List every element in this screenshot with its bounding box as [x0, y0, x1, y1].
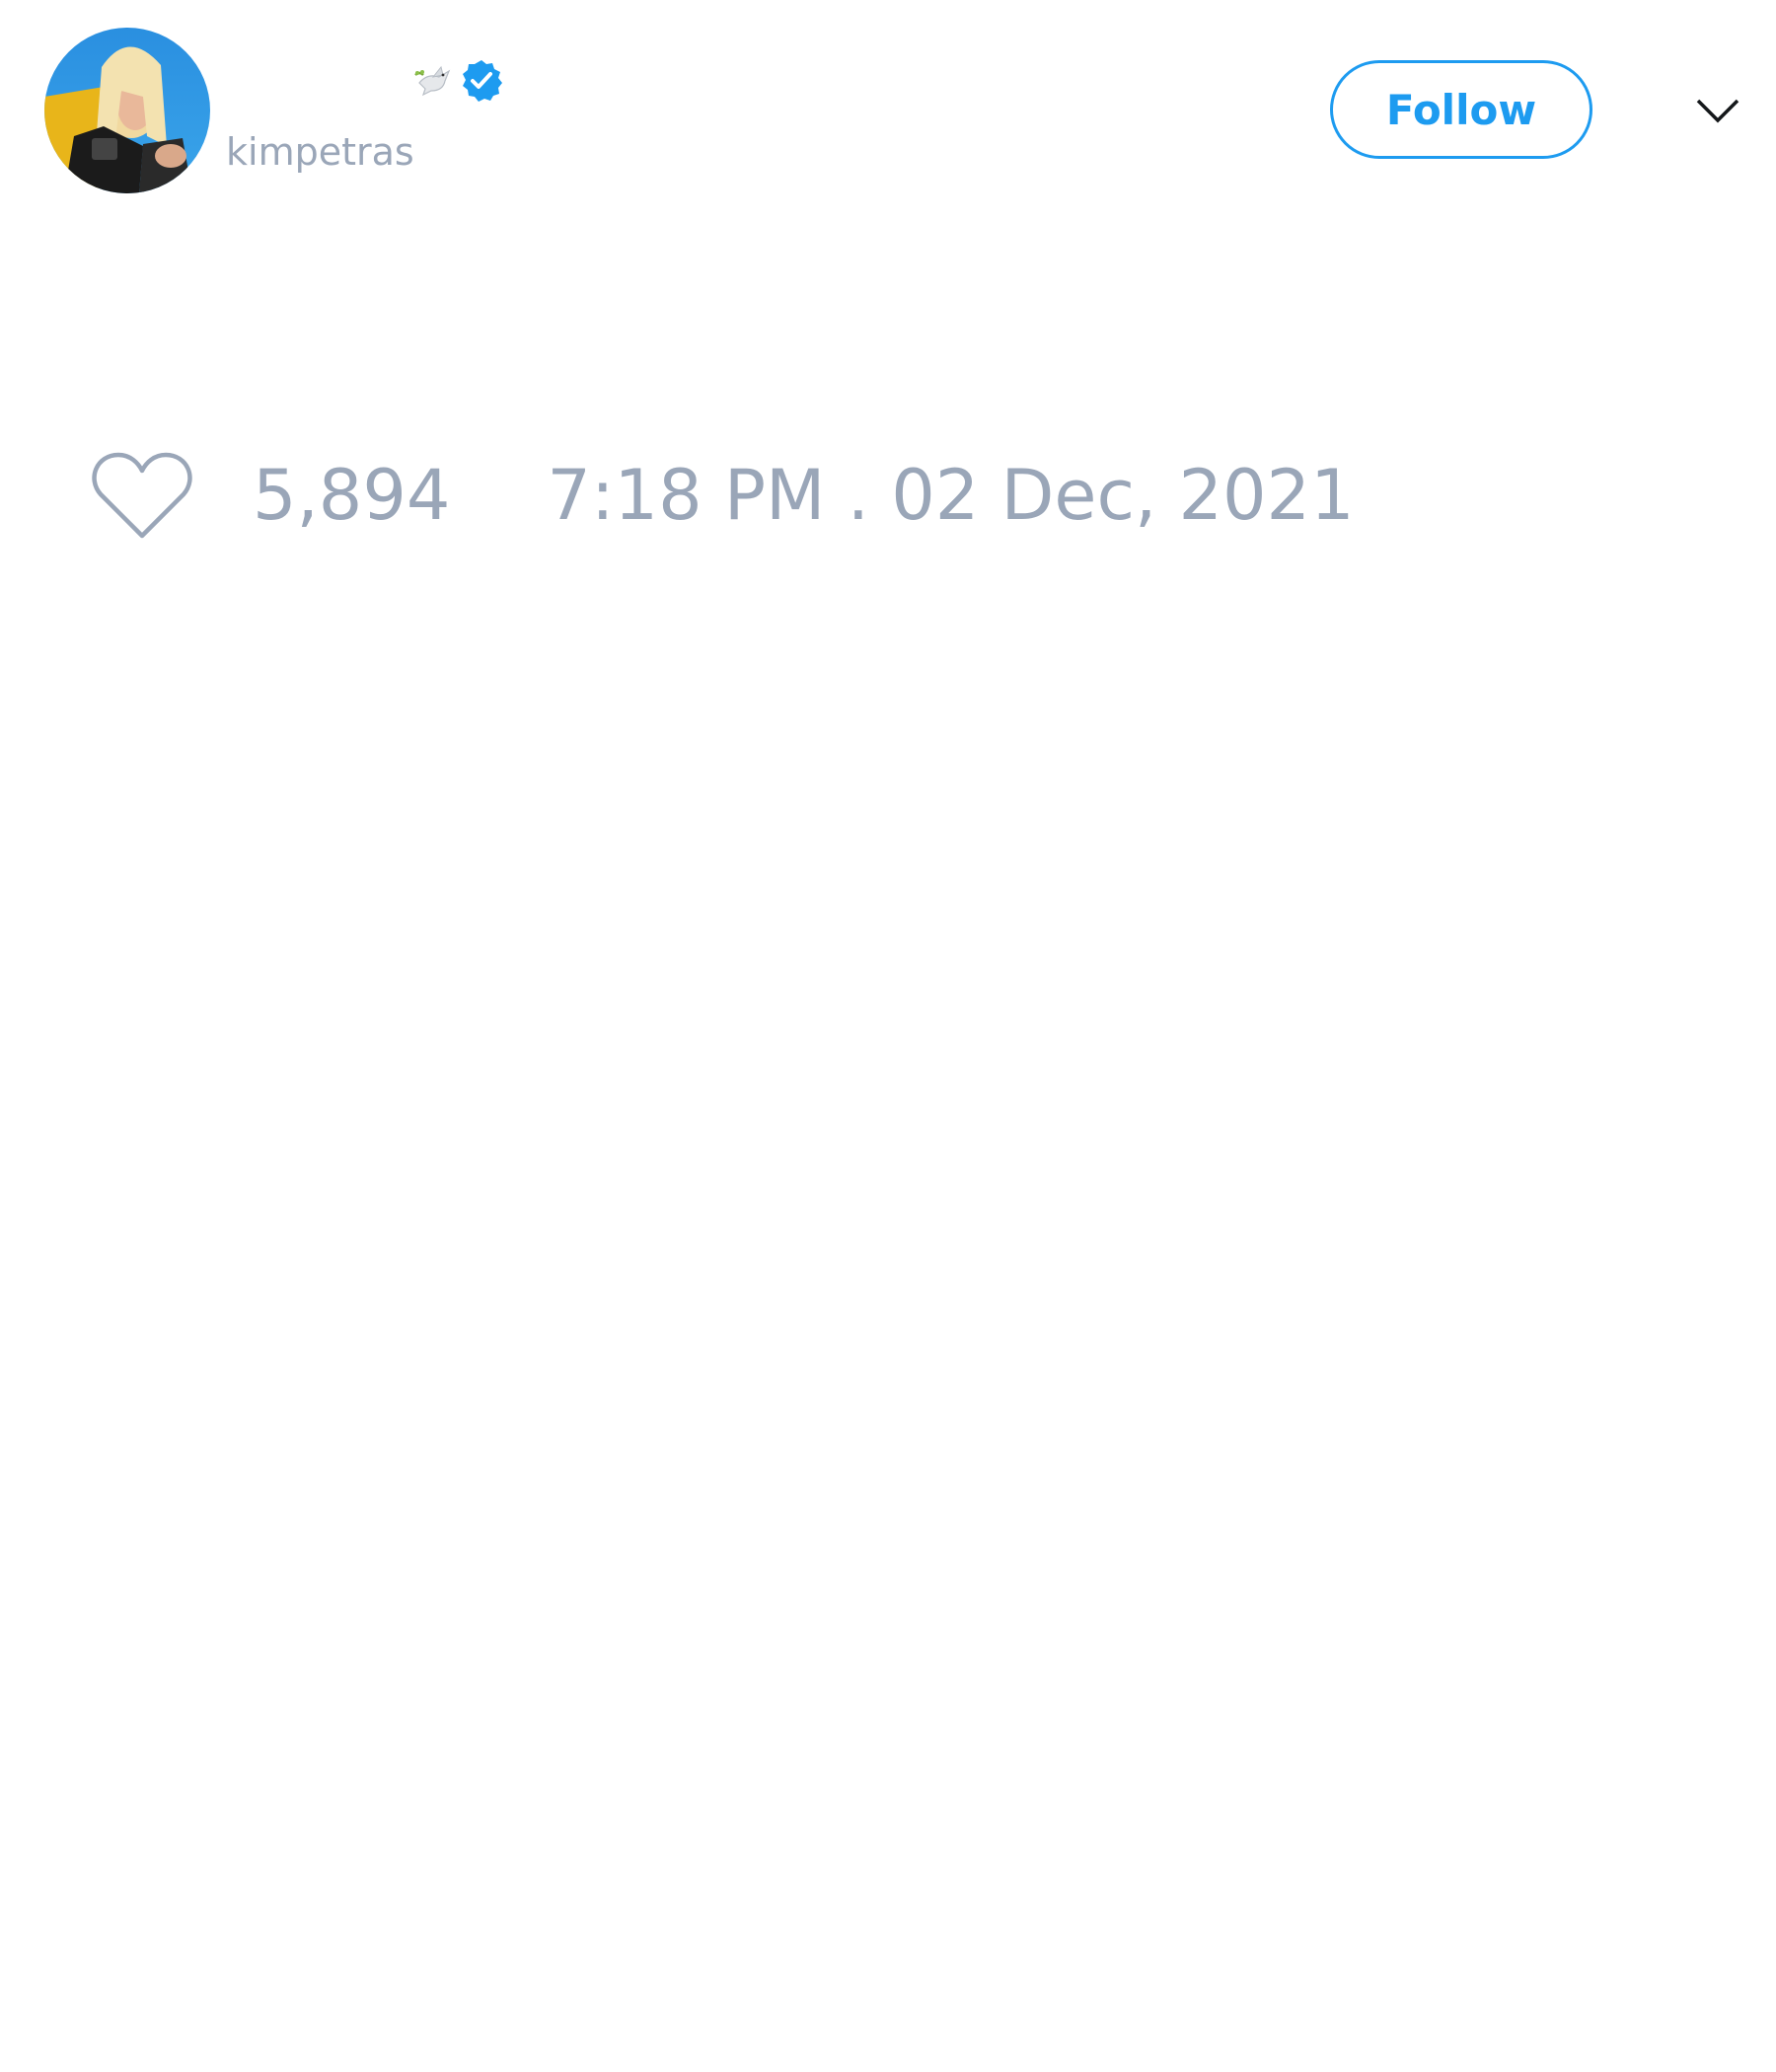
avatar-image [44, 28, 210, 193]
chevron-down-icon[interactable] [1693, 91, 1742, 130]
user-handle[interactable]: kimpetras [226, 126, 414, 178]
avatar[interactable] [44, 28, 210, 193]
dove-emoji-icon [413, 61, 453, 101]
tweet-timestamp[interactable]: 7:18 PM . 02 Dec, 2021 [547, 455, 1354, 536]
verified-badge-icon [459, 58, 504, 104]
name-row [226, 57, 504, 105]
follow-button[interactable]: Follow [1330, 60, 1592, 159]
like-count: 5,894 [253, 455, 451, 536]
tweet-meta-row: 5,894 7:18 PM . 02 Dec, 2021 [89, 446, 1355, 545]
tweet-card: kimpetras Follow 5,894 7:18 PM . 02 Dec,… [0, 0, 1776, 2072]
heart-outline-icon[interactable] [89, 449, 195, 542]
